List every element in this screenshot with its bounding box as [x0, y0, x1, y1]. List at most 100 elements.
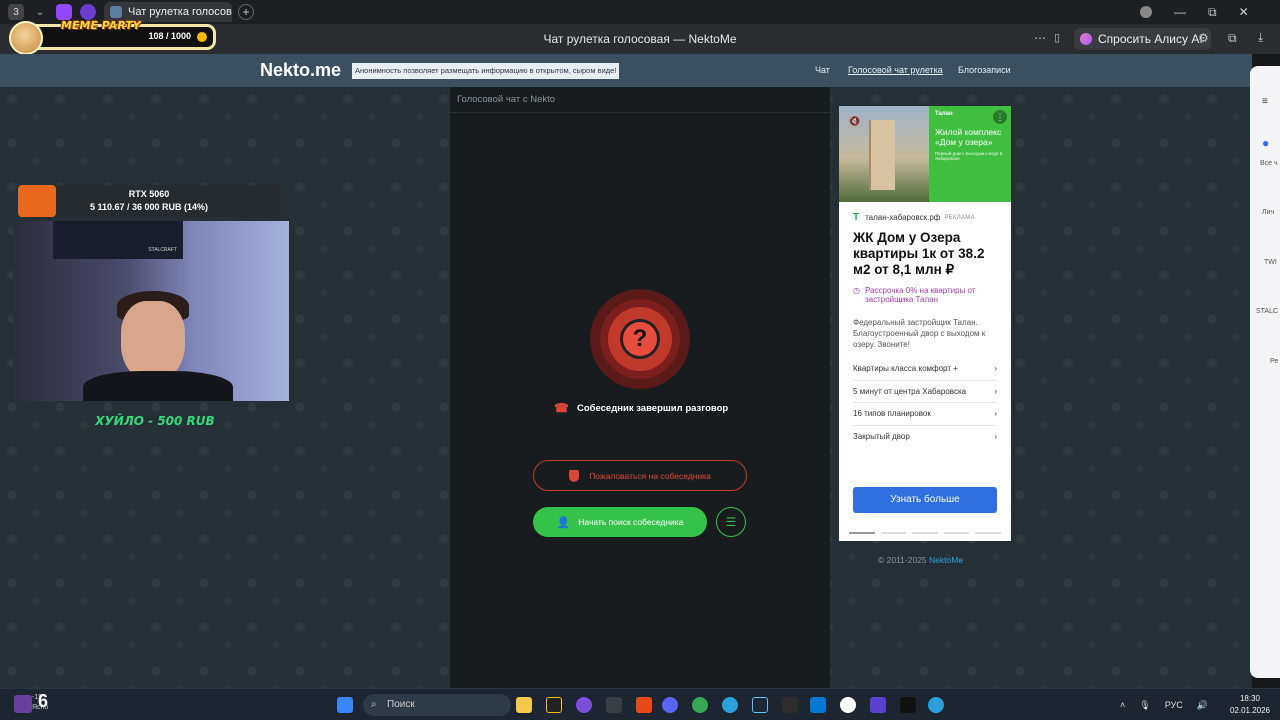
question-mark-icon: ? [620, 319, 660, 359]
ad-link-item[interactable]: 16 типов планировок › [853, 403, 997, 426]
clock-time: 18:30 [1239, 694, 1261, 703]
ad-cta-button[interactable]: Узнать больше [853, 487, 997, 513]
pinned-tab-icon[interactable] [80, 4, 96, 20]
site-logo[interactable]: Nekto.me [260, 60, 341, 81]
tab-counter[interactable]: 3 [8, 4, 24, 20]
profile-icon[interactable] [1140, 6, 1152, 18]
ad-tag: РЕКЛАМА [944, 214, 975, 221]
ad-link-label: Закрытый двор [853, 431, 910, 441]
bookmark-icon[interactable]: ▯ [1054, 31, 1060, 44]
nav-voice-chat[interactable]: Голосовой чат рулетка [848, 65, 943, 75]
nav-chat[interactable]: Чат [815, 65, 830, 75]
language-indicator[interactable]: РУС [1165, 700, 1183, 710]
report-partner-button[interactable]: Пожаловаться на собеседника [533, 460, 747, 491]
advertisement[interactable]: 🔇 Талан Жилой комплекс «Дом у озера» Пер… [839, 106, 1011, 541]
app-icon[interactable] [546, 697, 562, 713]
app-2-icon[interactable] [870, 697, 886, 713]
webcam-feed: STALCRAFT [13, 221, 289, 401]
goal-title: RTX 5060 [128, 189, 170, 199]
alice-icon [1080, 33, 1092, 45]
mute-icon[interactable]: 🔇 [849, 116, 860, 127]
nav-blog[interactable]: Блогозаписи [958, 65, 1011, 75]
telegram-icon[interactable] [722, 697, 738, 713]
footer-copyright: © 2011-2025 NektoMe [878, 555, 963, 565]
minimize-icon[interactable]: — [1174, 5, 1186, 19]
tab-count-label: 3 [13, 6, 19, 18]
steam-icon[interactable] [752, 697, 768, 713]
obs-icon[interactable] [606, 697, 622, 713]
collections-icon[interactable]: ⧉ [1228, 31, 1237, 46]
search-settings-button[interactable]: ☰ [716, 507, 746, 537]
chevron-down-icon[interactable]: ⌄ [32, 4, 48, 20]
shield-icon [569, 469, 580, 482]
browser-tab-bar: 3 ⌄ Чат рулетка голосова ✕ + — ⧉ ✕ [0, 0, 1280, 24]
wall-poster: STALCRAFT [53, 221, 183, 259]
more-menu-icon[interactable]: ⋯ [1034, 31, 1046, 45]
ad-link-label: 16 типов планировок [853, 409, 931, 418]
ad-link-label: Квартиры класса комфорт + [853, 364, 958, 373]
vscode-icon[interactable] [810, 697, 826, 713]
taskbar-clock[interactable]: 18:30 02.01.2026 [1228, 693, 1272, 717]
chevron-right-icon: › [994, 386, 997, 396]
meme-party-title: MEME PARTY [61, 19, 141, 32]
game-icon[interactable] [782, 697, 798, 713]
yandex-icon[interactable] [840, 697, 856, 713]
twitch-tab-icon[interactable] [56, 4, 72, 20]
maximize-icon[interactable]: ⧉ [1208, 5, 1217, 20]
meme-party-counter: 108 / 1000 [148, 31, 191, 41]
sidebar-item-all[interactable]: Все ч [1260, 160, 1278, 167]
chrome-icon[interactable] [692, 697, 708, 713]
sidebar-item-twitch[interactable]: TWI [1264, 259, 1277, 266]
voice-chat-panel: Голосовой чат с Nekto ? ☎ Собеседник зав… [450, 87, 830, 688]
browser-icon[interactable] [576, 697, 592, 713]
poster-text: STALCRAFT [148, 247, 177, 253]
donation-alert: ХУЙЛО - 500 RUB [95, 414, 215, 428]
widget-number: 6 [38, 691, 49, 711]
taskbar: -19 Ясно 6 ⌕ Поиск ˄ 🎙 РУС 🔊 18:30 02.01… [0, 688, 1280, 720]
x-app-icon[interactable] [900, 697, 916, 713]
volume-icon[interactable]: 🔊 [1197, 700, 1208, 711]
ad-banner-image[interactable]: 🔇 Талан Жилой комплекс «Дом у озера» Пер… [839, 106, 1011, 202]
taskbar-search-label: Поиск [387, 699, 415, 710]
start-search-button[interactable]: 👤 Начать поиск собеседника [533, 507, 707, 537]
ad-link-item[interactable]: Закрытый двор › [853, 426, 997, 449]
menu-icon[interactable]: ≡ [1262, 96, 1268, 107]
sidebar-item-personal[interactable]: Лич [1262, 209, 1274, 216]
store-icon[interactable] [636, 697, 652, 713]
tab-title: Чат рулетка голосова [128, 6, 232, 18]
sidebar-item-re[interactable]: Ре [1270, 358, 1278, 365]
donation-goal: RTX 5060 5 110.67 / 36 000 RUB (14%) [18, 185, 280, 217]
chat-header: Голосовой чат с Nekto [450, 87, 830, 113]
ad-carousel-indicator [849, 532, 1001, 534]
ad-link-item[interactable]: 5 минут от центра Хабаровска › [853, 381, 997, 403]
extensions-icon[interactable]: ⚙ [1198, 31, 1209, 45]
taskbar-search[interactable]: ⌕ Поиск [363, 694, 511, 716]
telegram-2-icon[interactable] [928, 697, 944, 713]
chevron-right-icon: › [994, 409, 997, 418]
hangup-phone-icon: ☎ [554, 401, 569, 415]
discord-icon[interactable] [662, 697, 678, 713]
ad-promo[interactable]: ◷ Рассрочка 0% на квартиры от застройщик… [853, 286, 1003, 304]
tray-chevron-up-icon[interactable]: ˄ [1120, 700, 1125, 710]
ask-alice-button[interactable]: Спросить Алису AI [1074, 28, 1211, 50]
file-explorer-icon[interactable] [516, 697, 532, 713]
ad-link-label: 5 минут от центра Хабаровска [853, 386, 967, 396]
ad-title[interactable]: ЖК Дом у Озера квартиры 1к от 38.2 м2 от… [853, 230, 1003, 278]
microphone-icon[interactable]: 🎙 [1139, 700, 1150, 711]
chat-bubble-icon[interactable]: ● [1262, 136, 1269, 150]
new-tab-button[interactable]: + [238, 4, 254, 20]
alice-label: Спросить Алису AI [1098, 32, 1203, 46]
sidebar-item-stalcraft[interactable]: STALC [1256, 308, 1278, 315]
close-window-icon[interactable]: ✕ [1239, 5, 1249, 19]
ad-domain-row[interactable]: T талан-хабаровск.рф РЕКЛАМА [853, 212, 975, 223]
ad-description: Федеральный застройщик Талан. Благоустро… [853, 318, 986, 349]
talan-logo-icon: T [853, 212, 860, 223]
windows-start-icon[interactable] [337, 697, 353, 713]
ad-menu-icon[interactable]: ⋮ [993, 110, 1007, 124]
ad-link-item[interactable]: Квартиры класса комфорт + › [853, 358, 997, 381]
download-icon[interactable]: ⤓ [1258, 30, 1263, 45]
meme-party-widget: MEME PARTY 108 / 1000 [9, 19, 216, 55]
footer-brand-link[interactable]: NektoMe [929, 555, 963, 565]
anonymity-notice: Анонимность позволяет размещать информац… [352, 63, 620, 79]
weather-widget-icon[interactable] [14, 695, 32, 713]
